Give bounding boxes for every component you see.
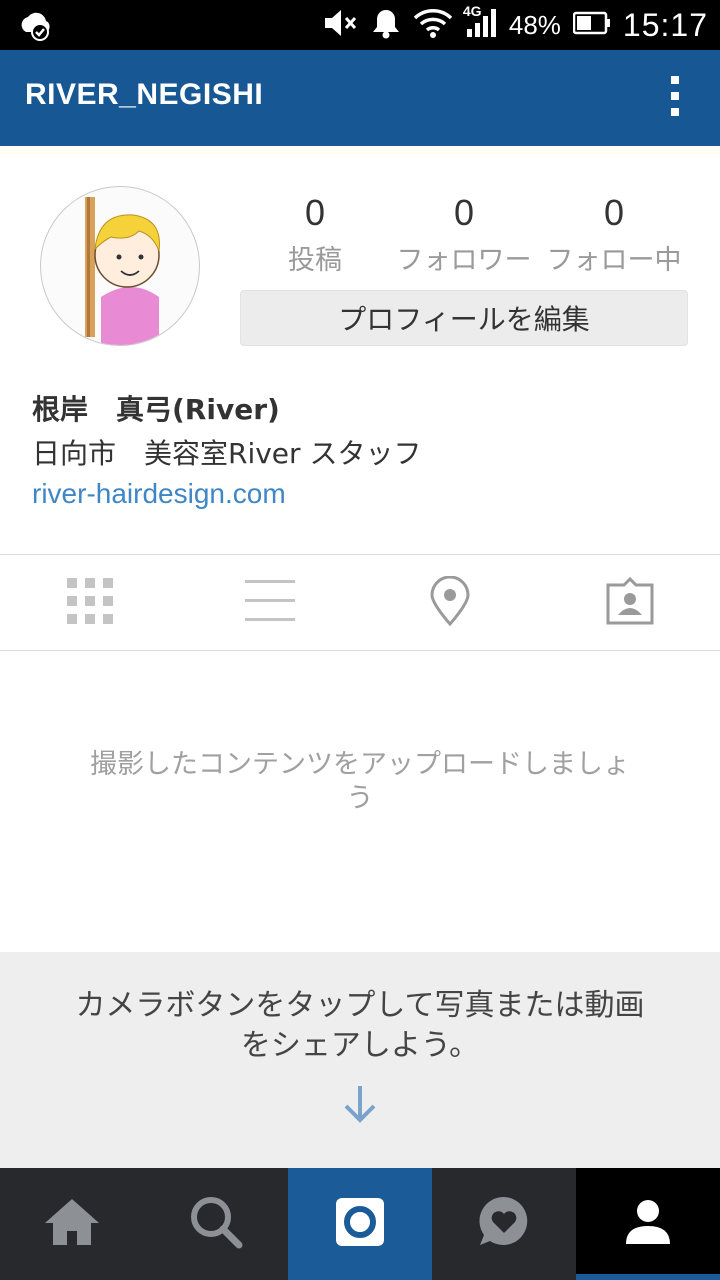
- stat-value: 0: [304, 192, 326, 233]
- camera-prompt-banner: カメラボタンをタップして写真または動画をシェアしよう。: [0, 952, 720, 1168]
- stat-posts[interactable]: 0 投稿: [240, 192, 390, 277]
- battery-icon: [572, 11, 611, 39]
- stat-following[interactable]: 0 フォロー中: [539, 192, 689, 277]
- stat-followers[interactable]: 0 フォロワー: [389, 192, 539, 277]
- tagged-person-icon: [606, 576, 654, 629]
- arrow-down-icon: [342, 1082, 378, 1130]
- tab-tagged[interactable]: [540, 556, 720, 650]
- profile-full-name: 根岸 真弓(River): [32, 393, 280, 426]
- mute-icon: [323, 8, 359, 42]
- list-icon: [245, 580, 295, 626]
- profile-icon: [624, 1198, 672, 1250]
- location-pin-icon: [429, 575, 471, 630]
- camera-prompt-text: カメラボタンをタップして写真または動画をシェアしよう。: [75, 988, 645, 1063]
- overflow-menu-icon[interactable]: [670, 76, 680, 120]
- stat-label: フォロー中: [546, 245, 682, 276]
- app-header: RIVER_NEGISHI: [0, 50, 720, 146]
- edit-profile-button[interactable]: プロフィールを編集: [240, 290, 688, 346]
- nav-camera[interactable]: [288, 1168, 432, 1280]
- status-bar: 4G 48% 15:17: [0, 0, 720, 50]
- nav-search[interactable]: [144, 1168, 288, 1280]
- network-type: 4G: [462, 3, 482, 19]
- activity-heart-icon: [477, 1195, 531, 1253]
- stat-label: フォロワー: [396, 245, 532, 276]
- search-icon: [189, 1195, 243, 1253]
- tab-places[interactable]: [360, 556, 540, 650]
- battery-percent: 48%: [508, 9, 561, 40]
- profile-avatar[interactable]: [40, 186, 200, 346]
- profile-username: RIVER_NEGISHI: [25, 78, 264, 111]
- bottom-navigation: [0, 1168, 720, 1280]
- profile-bio: 日向市 美容室River スタッフ: [32, 437, 422, 470]
- cloud-check-icon: [18, 8, 54, 42]
- wifi-icon: [413, 8, 453, 42]
- stat-value: 0: [603, 192, 625, 233]
- stat-label: 投稿: [288, 245, 342, 276]
- profile-website-link[interactable]: river-hairdesign.com: [32, 478, 286, 510]
- divider: [0, 650, 720, 651]
- notification-bell-icon: [371, 7, 401, 43]
- divider: [0, 554, 720, 555]
- empty-state-message: 撮影したコンテンツをアップロードしましょう: [90, 749, 630, 814]
- tab-grid-view[interactable]: [0, 556, 180, 650]
- grid-icon: [67, 578, 113, 628]
- home-icon: [43, 1197, 101, 1251]
- stat-value: 0: [453, 192, 475, 233]
- cell-signal-icon: 4G: [463, 3, 497, 43]
- nav-profile[interactable]: [576, 1168, 720, 1280]
- camera-icon: [334, 1196, 386, 1252]
- tab-list-view[interactable]: [180, 556, 360, 650]
- header-shadow-strip: [0, 146, 720, 156]
- nav-activity[interactable]: [432, 1168, 576, 1280]
- nav-home[interactable]: [0, 1168, 144, 1280]
- clock: 15:17: [622, 6, 708, 43]
